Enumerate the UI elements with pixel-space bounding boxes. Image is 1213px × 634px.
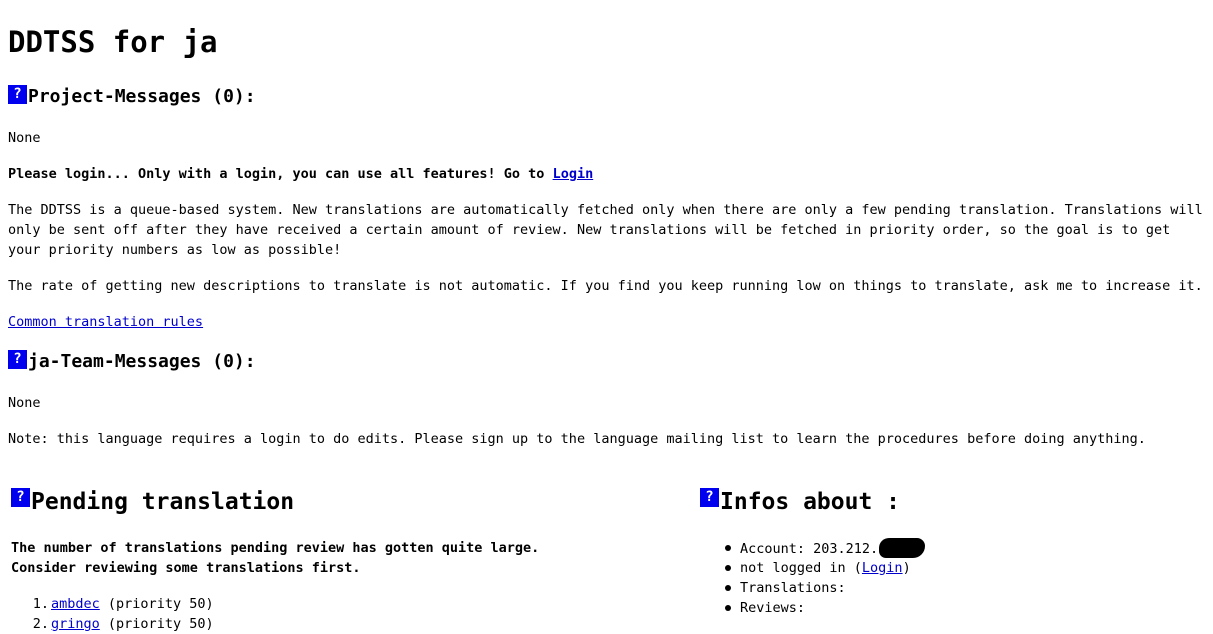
infos-login-link[interactable]: Login — [862, 560, 903, 576]
intro-paragraph: The DDTSS is a queue-based system. New t… — [8, 202, 1203, 258]
help-icon[interactable]: ? — [700, 488, 719, 507]
redacted-blot — [879, 538, 926, 558]
package-link-gringo[interactable]: gringo — [51, 616, 100, 632]
pending-warning: The number of translations pending revie… — [11, 538, 539, 578]
pending-list: 1. ambdec (priority 50) 2. gringo (prior… — [11, 594, 214, 634]
package-link-ambdec[interactable]: ambdec — [51, 596, 100, 612]
pending-heading: Pending translation — [31, 489, 295, 515]
pending-warning-line2: Consider reviewing some translations fir… — [11, 560, 361, 576]
login-prompt-text: Please login... Only with a login, you c… — [8, 166, 553, 182]
infos-header: ? Infos about : — [700, 488, 900, 516]
login-link[interactable]: Login — [553, 166, 594, 182]
common-rules: Common translation rules — [8, 312, 203, 332]
help-icon[interactable]: ? — [8, 85, 27, 104]
page-title: DDTSS for ja — [8, 25, 218, 59]
project-messages-heading: Project-Messages (0): — [28, 86, 256, 107]
list-item: Account: 203.212. — [700, 538, 926, 558]
team-messages-body: None — [8, 395, 41, 411]
not-logged-prefix: not logged in ( — [740, 560, 862, 576]
list-item-number: 2. — [32, 616, 49, 632]
help-icon[interactable]: ? — [11, 488, 30, 507]
rate-paragraph: The rate of getting new descriptions to … — [8, 278, 1203, 294]
reviews-label: Reviews: — [740, 600, 806, 616]
list-item-priority: (priority 50) — [107, 596, 214, 612]
project-messages-body: None — [8, 130, 41, 146]
login-prompt: Please login... Only with a login, you c… — [8, 164, 593, 184]
infos-heading: Infos about : — [720, 489, 901, 515]
list-item: 1. ambdec (priority 50) — [11, 594, 214, 614]
team-messages-heading: ja-Team-Messages (0): — [28, 351, 256, 372]
list-item-number: 1. — [32, 596, 49, 612]
not-logged-suffix: ) — [902, 560, 911, 576]
pending-warning-line1: The number of translations pending revie… — [11, 540, 540, 556]
list-item: Translations: — [700, 578, 925, 598]
account-label: Account: 203.212. — [740, 541, 879, 557]
list-item: 2. gringo (priority 50) — [11, 614, 214, 634]
project-messages-header: ? Project-Messages (0): — [8, 85, 256, 109]
list-item-priority: (priority 50) — [107, 616, 214, 632]
help-icon[interactable]: ? — [8, 350, 27, 369]
translations-label: Translations: — [740, 580, 846, 596]
list-item: not logged in (Login) — [700, 558, 925, 578]
common-rules-link[interactable]: Common translation rules — [8, 314, 203, 330]
team-messages-header: ? ja-Team-Messages (0): — [8, 350, 256, 374]
infos-list: Account: 203.212. not logged in (Login) … — [700, 538, 926, 618]
pending-header: ? Pending translation — [11, 488, 294, 516]
list-item: Reviews: — [700, 598, 925, 618]
note-paragraph: Note: this language requires a login to … — [8, 431, 1146, 447]
